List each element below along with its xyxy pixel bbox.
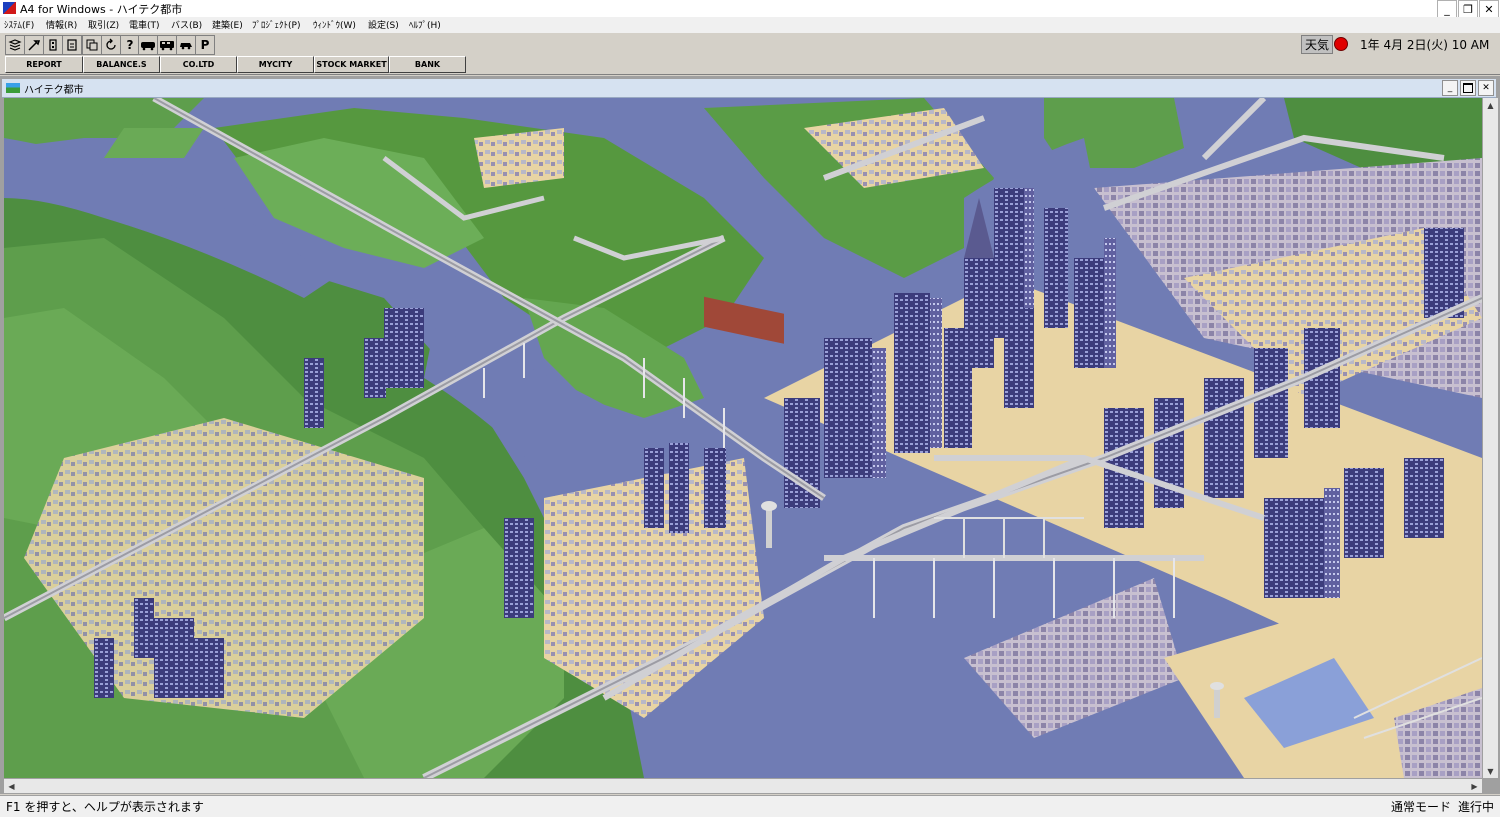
- city-map-viewport[interactable]: [4, 98, 1482, 778]
- mdi-area: ハイテク都市 _ ✕ ▲ ▼ ◀ ▶: [0, 76, 1500, 794]
- scroll-left-icon[interactable]: ◀: [4, 779, 19, 793]
- bank-button[interactable]: BANK: [389, 56, 466, 73]
- window-controls: _ ❐ ✕: [1436, 0, 1499, 18]
- city-window-titlebar[interactable]: ハイテク都市 _ ✕: [2, 79, 1496, 98]
- vertical-scrollbar[interactable]: ▲ ▼: [1483, 98, 1498, 778]
- menu-settings[interactable]: 設定(S): [368, 18, 399, 31]
- car-icon[interactable]: [177, 36, 196, 54]
- tool-icon[interactable]: [25, 36, 44, 54]
- menu-bus[interactable]: バス(B): [171, 18, 202, 31]
- menu-trade[interactable]: 取引(Z): [88, 18, 119, 31]
- city-minimize-button[interactable]: _: [1442, 80, 1458, 96]
- window-title: A4 for Windows - ハイテク都市: [20, 3, 183, 16]
- window-titlebar: A4 for Windows - ハイテク都市 _ ❐ ✕: [0, 0, 1500, 18]
- balance-sheet-button[interactable]: BALANCE.S: [83, 56, 160, 73]
- weather-indicator-icon: [1334, 37, 1348, 51]
- train-icon[interactable]: [139, 36, 158, 54]
- building-icon[interactable]: [44, 36, 63, 54]
- menu-bar: ｼｽﾃﾑ(F) 情報(R) 取引(Z) 電車(T) バス(B) 建築(E) ﾌﾟ…: [0, 17, 1500, 33]
- bus-icon[interactable]: [158, 36, 177, 54]
- status-mode: 通常モード: [1391, 800, 1452, 814]
- status-state: 進行中: [1458, 800, 1495, 814]
- help-icon[interactable]: ?: [121, 36, 139, 54]
- status-bar: F1 を押すと、ヘルプが表示されます 通常モード 進行中: [0, 795, 1500, 817]
- city-close-button[interactable]: ✕: [1478, 80, 1494, 96]
- refresh-icon[interactable]: [102, 36, 121, 54]
- app-icon: [3, 2, 16, 14]
- weather-label: 天気: [1301, 35, 1334, 54]
- menu-window[interactable]: ｳｨﾝﾄﾞｳ(W): [313, 18, 356, 31]
- horizontal-scrollbar[interactable]: ◀ ▶: [4, 779, 1482, 793]
- city-window-controls: _ ✕: [1440, 80, 1494, 96]
- menu-info[interactable]: 情報(R): [46, 18, 77, 31]
- report-navbar: REPORT BALANCE.S CO.LTD MYCITY STOCK MAR…: [0, 55, 1500, 75]
- menu-build[interactable]: 建築(E): [212, 18, 243, 31]
- minimize-button[interactable]: _: [1437, 0, 1457, 18]
- layers-icon[interactable]: [6, 36, 25, 54]
- report-button[interactable]: REPORT: [5, 56, 83, 73]
- scroll-up-icon[interactable]: ▲: [1483, 98, 1498, 112]
- parking-icon[interactable]: P: [196, 36, 214, 54]
- menu-project[interactable]: ﾌﾟﾛｼﾞｪｸﾄ(P): [252, 18, 300, 31]
- close-button[interactable]: ✕: [1479, 0, 1499, 18]
- document-icon[interactable]: [63, 36, 81, 54]
- company-button[interactable]: CO.LTD: [160, 56, 237, 73]
- restore-button[interactable]: ❐: [1458, 0, 1478, 18]
- copy-icon[interactable]: [83, 36, 102, 54]
- game-date: 1年 4月 2日(火) 10 AM: [1360, 38, 1490, 52]
- menu-help[interactable]: ﾍﾙﾌﾟ(H): [409, 18, 441, 31]
- status-help-text: F1 を押すと、ヘルプが表示されます: [6, 800, 204, 814]
- toolbar-group-1: [5, 35, 82, 55]
- scroll-down-icon[interactable]: ▼: [1483, 764, 1498, 778]
- city-maximize-button[interactable]: [1460, 80, 1476, 96]
- toolbar-group-2: ?: [82, 35, 140, 55]
- scroll-right-icon[interactable]: ▶: [1467, 779, 1482, 793]
- city-map: [4, 98, 1482, 778]
- menu-train[interactable]: 電車(T): [129, 18, 160, 31]
- city-window-icon: [6, 83, 20, 93]
- mycity-button[interactable]: MYCITY: [237, 56, 314, 73]
- menu-system[interactable]: ｼｽﾃﾑ(F): [4, 18, 34, 31]
- city-window-title: ハイテク都市: [24, 85, 84, 96]
- toolbar-group-3: P: [138, 35, 215, 55]
- stock-market-button[interactable]: STOCK MARKET: [314, 56, 389, 73]
- toolbar: ? P: [0, 33, 1500, 56]
